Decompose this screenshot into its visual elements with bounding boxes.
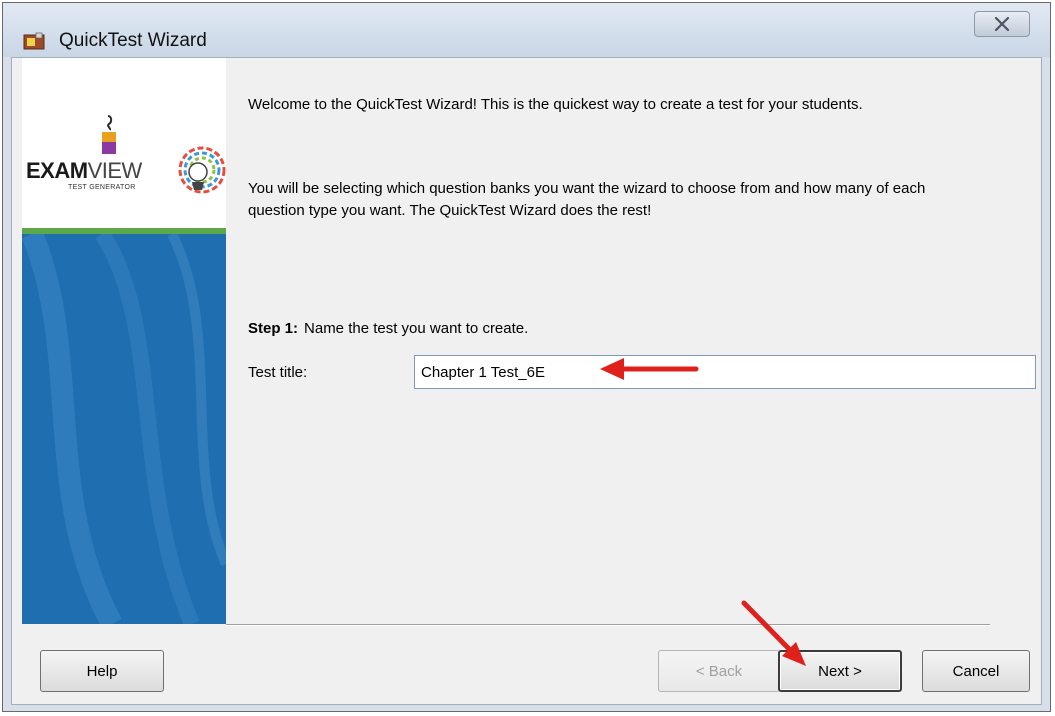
window-title: QuickTest Wizard xyxy=(59,30,207,51)
examview-logo: EXAMVIEW xyxy=(26,158,142,184)
logo-tagline: TEST GENERATOR xyxy=(68,184,136,191)
examview-figure-icon xyxy=(102,115,116,154)
quicktest-app-icon xyxy=(23,32,45,50)
wizard-body: EXAMVIEW TEST GENERATOR Welcome to the Q… xyxy=(11,57,1042,705)
cancel-button-label: Cancel xyxy=(952,662,1000,680)
logo-panel xyxy=(22,58,226,228)
test-title-label: Test title: xyxy=(248,364,308,381)
quicktest-wizard-window: QuickTest Wizard EXAMVIEW TEST GENERATOR xyxy=(2,2,1051,712)
welcome-text: Welcome to the QuickTest Wizard! This is… xyxy=(248,96,863,113)
step-text: Name the test you want to create. xyxy=(304,320,529,337)
back-button-label: < Back xyxy=(695,662,743,680)
test-title-input[interactable] xyxy=(414,355,1036,389)
wizard-sidebar: EXAMVIEW TEST GENERATOR xyxy=(22,58,226,624)
close-icon xyxy=(994,17,1010,31)
lightbulb-logo-icon xyxy=(178,146,226,194)
close-button[interactable] xyxy=(974,11,1030,37)
help-button[interactable]: Help xyxy=(40,650,164,692)
wizard-content: Welcome to the QuickTest Wizard! This is… xyxy=(248,58,1038,618)
logo-brand-thin: VIEW xyxy=(87,158,143,183)
sidebar-blue-panel xyxy=(22,229,226,624)
description-text: You will be selecting which question ban… xyxy=(248,180,926,219)
sidebar-swoosh-graphic xyxy=(22,229,226,624)
back-button[interactable]: < Back xyxy=(658,650,780,692)
cancel-button[interactable]: Cancel xyxy=(922,650,1030,692)
logo-brand-bold: EXAM xyxy=(26,158,88,183)
step-instruction: Step 1: Name the test you want to create. xyxy=(248,320,528,337)
title-bar: QuickTest Wizard xyxy=(3,3,1050,57)
help-button-label: Help xyxy=(86,662,118,680)
step-number: Step 1: xyxy=(248,320,299,337)
next-button[interactable]: Next > xyxy=(778,650,902,692)
next-button-label: Next > xyxy=(818,662,862,680)
button-separator xyxy=(226,624,990,626)
